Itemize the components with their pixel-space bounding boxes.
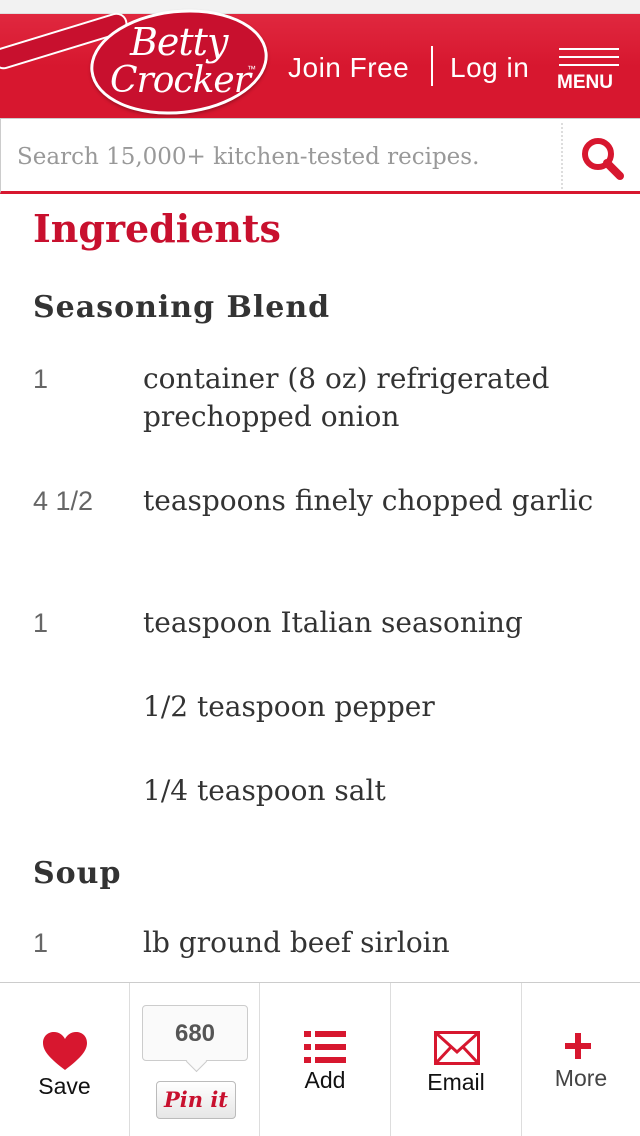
ingredients-title: Ingredients [33, 206, 281, 251]
ingredient-description: container (8 oz) refrigerated prechopped… [143, 362, 550, 433]
ingredient-description: 1/2 teaspoon pepper [143, 690, 435, 723]
save-button[interactable]: Save [0, 983, 130, 1136]
email-button[interactable]: Email [391, 983, 522, 1136]
search-separator [561, 123, 563, 189]
more-label: More [554, 1065, 608, 1091]
log-in-link[interactable]: Log in [450, 52, 529, 84]
header-divider [431, 46, 433, 86]
save-label: Save [38, 1073, 91, 1099]
ingredient-description: 1/4 teaspoon salt [143, 774, 386, 807]
add-button[interactable]: Add [260, 983, 391, 1136]
join-free-link[interactable]: Join Free [288, 52, 409, 84]
status-strip [0, 0, 640, 14]
bottom-action-bar: Save 680 Pin it Add Email More [0, 982, 640, 1136]
ingredient-quantity: 1 [33, 364, 49, 394]
ingredient-quantity: 1 [33, 608, 49, 638]
ingredient-quantity: 1 [33, 928, 49, 958]
ingredient-description: teaspoons finely chopped garlic [143, 484, 594, 517]
logo-text-betty: Betty [130, 20, 228, 64]
more-button[interactable]: More [522, 983, 640, 1136]
search-icon[interactable] [579, 135, 625, 181]
hamburger-icon [559, 48, 619, 50]
ingredient-description: teaspoon Italian seasoning [143, 606, 523, 639]
envelope-icon [434, 1031, 480, 1065]
pinterest-share: 680 Pin it [130, 983, 260, 1136]
hamburger-icon-bar [559, 64, 619, 66]
plus-icon [565, 1033, 591, 1059]
search-input[interactable] [17, 139, 547, 175]
group-title-soup: Soup [33, 856, 122, 891]
hamburger-icon-bar [559, 56, 619, 58]
email-label: Email [427, 1069, 485, 1095]
pin-it-button[interactable]: Pin it [156, 1081, 236, 1119]
pin-count-bubble: 680 [142, 1005, 248, 1061]
search-bar [0, 118, 640, 194]
pinterest-icon: Pin it [163, 1087, 229, 1112]
pin-count: 680 [174, 1020, 216, 1047]
heart-icon [43, 1032, 87, 1070]
ingredient-quantity: 4 1/2 [33, 486, 94, 516]
list-icon [304, 1031, 346, 1063]
menu-button[interactable]: MENU [555, 48, 623, 98]
ingredient-description: lb ground beef sirloin [143, 926, 450, 959]
add-label: Add [304, 1067, 346, 1093]
group-title-seasoning-blend: Seasoning Blend [33, 290, 331, 325]
menu-label: MENU [557, 72, 613, 93]
logo-text-crocker: Crocker [110, 60, 251, 101]
logo-trademark: ™ [247, 64, 256, 74]
